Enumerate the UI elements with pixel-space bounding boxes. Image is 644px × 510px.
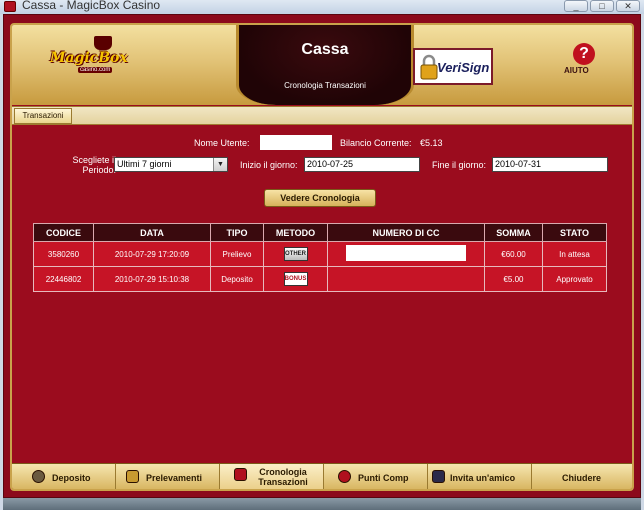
help-icon: ?	[573, 43, 595, 65]
application-window: Cassa - MagicBox Casino _ □ ✕ MagicBox c…	[0, 0, 644, 510]
period-select[interactable]: Ultimi 7 giorni ▼	[114, 157, 228, 172]
lock-icon	[420, 54, 438, 80]
table-row: 22446802 2010-07-29 15:10:38 Deposito BO…	[33, 266, 607, 292]
cell-data: 2010-07-29 17:20:09	[93, 241, 211, 267]
verisign-label: VeriSign	[437, 60, 490, 75]
bonus-method-icon: BONUS	[283, 272, 308, 286]
tab-transazioni[interactable]: Transazioni	[14, 108, 72, 124]
cell-metodo: OTHER	[263, 241, 328, 267]
username-field	[260, 135, 332, 150]
comp-points-button[interactable]: Punti Comp	[324, 464, 428, 489]
title-tab-background	[236, 25, 414, 105]
col-numero-cc: NUMERO DI CC	[327, 223, 485, 242]
table-row: 3580260 2010-07-29 17:20:09 Prelievo OTH…	[33, 241, 607, 267]
page-subtitle: Cronologia Transazioni	[284, 81, 366, 90]
page-title: Cassa	[301, 41, 349, 58]
close-button[interactable]: ✕	[616, 0, 640, 12]
invite-friend-icon	[432, 470, 445, 483]
cell-somma: €5.00	[484, 266, 543, 292]
end-date-label: Fine il giorno:	[432, 160, 487, 170]
transaction-history-button[interactable]: Cronologia Transazioni	[220, 464, 324, 489]
col-codice: CODICE	[33, 223, 94, 242]
background-strip	[3, 498, 641, 510]
window-titlebar[interactable]: Cassa - MagicBox Casino _ □ ✕	[0, 0, 644, 14]
start-date-label: Inizio il giorno:	[240, 160, 298, 170]
cashier-frame: MagicBox casino.com Cassa Cronologia Tra…	[10, 23, 634, 491]
cell-data: 2010-07-29 15:10:38	[93, 266, 211, 292]
verisign-badge: VeriSign	[413, 48, 493, 85]
transactions-table: CODICE DATA TIPO METODO NUMERO DI CC SOM…	[33, 223, 607, 292]
cell-tipo: Deposito	[210, 266, 264, 292]
cell-stato: Approvato	[542, 266, 607, 292]
logo-cup-icon	[94, 36, 112, 50]
comp-points-icon	[338, 470, 351, 483]
window-title: Cassa - MagicBox Casino	[22, 0, 161, 12]
chevron-down-icon[interactable]: ▼	[213, 158, 227, 171]
cell-numero-cc	[327, 266, 485, 292]
col-metodo: METODO	[263, 223, 328, 242]
balance-label: Bilancio Corrente:	[340, 138, 412, 148]
other-method-icon: OTHER	[283, 247, 308, 261]
invite-friend-button[interactable]: Invita un'amico	[428, 464, 532, 489]
cell-codice: 3580260	[33, 241, 94, 267]
transaction-history-label: Cronologia Transazioni	[258, 467, 308, 487]
withdrawals-button[interactable]: Prelevamenti	[116, 464, 220, 489]
tab-strip: Transazioni	[12, 106, 632, 125]
cell-metodo: BONUS	[263, 266, 328, 292]
maximize-button[interactable]: □	[590, 0, 614, 12]
help-button[interactable]: ? AIUTO	[564, 43, 604, 83]
help-label: AIUTO	[564, 66, 589, 75]
magicbox-logo: MagicBox casino.com	[50, 36, 134, 80]
period-select-value: Ultimi 7 giorni	[117, 159, 172, 169]
table-header-row: CODICE DATA TIPO METODO NUMERO DI CC SOM…	[33, 223, 607, 242]
end-date-input[interactable]: 2010-07-31	[492, 157, 608, 172]
view-history-button[interactable]: Vedere Cronologia	[264, 189, 376, 207]
minimize-button[interactable]: _	[564, 0, 588, 12]
cell-numero-cc	[327, 241, 485, 267]
close-cashier-label: Chiudere	[562, 473, 602, 483]
cell-codice: 22446802	[33, 266, 94, 292]
deposit-icon	[32, 470, 45, 483]
withdraw-icon	[126, 470, 139, 483]
cashier-app: MagicBox casino.com Cassa Cronologia Tra…	[3, 14, 641, 498]
col-tipo: TIPO	[210, 223, 264, 242]
history-icon	[234, 468, 247, 481]
cell-tipo: Prelievo	[210, 241, 264, 267]
deposit-button[interactable]: Deposito	[12, 464, 116, 489]
logo-subtext: casino.com	[78, 67, 113, 73]
start-date-input[interactable]: 2010-07-25	[304, 157, 420, 172]
comp-points-label: Punti Comp	[358, 473, 409, 483]
col-stato: STATO	[542, 223, 607, 242]
close-cashier-button[interactable]: Chiudere	[532, 464, 632, 489]
username-label: Nome Utente:	[194, 138, 250, 148]
withdrawals-label: Prelevamenti	[146, 473, 203, 483]
col-data: DATA	[93, 223, 211, 242]
balance-value: €5.13	[420, 138, 443, 148]
period-label: Scegliete il Periodo:	[72, 155, 116, 175]
app-icon	[4, 1, 16, 12]
deposit-label: Deposito	[52, 473, 91, 483]
cell-stato: In attesa	[542, 241, 607, 267]
header: MagicBox casino.com Cassa Cronologia Tra…	[12, 25, 632, 105]
logo-text: MagicBox	[50, 50, 128, 66]
footer-nav: Deposito Prelevamenti Cronologia Transaz…	[12, 463, 632, 489]
invite-friend-label: Invita un'amico	[450, 473, 516, 483]
col-somma: SOMMA	[484, 223, 543, 242]
cell-somma: €60.00	[484, 241, 543, 267]
cc-number-field	[346, 245, 466, 261]
